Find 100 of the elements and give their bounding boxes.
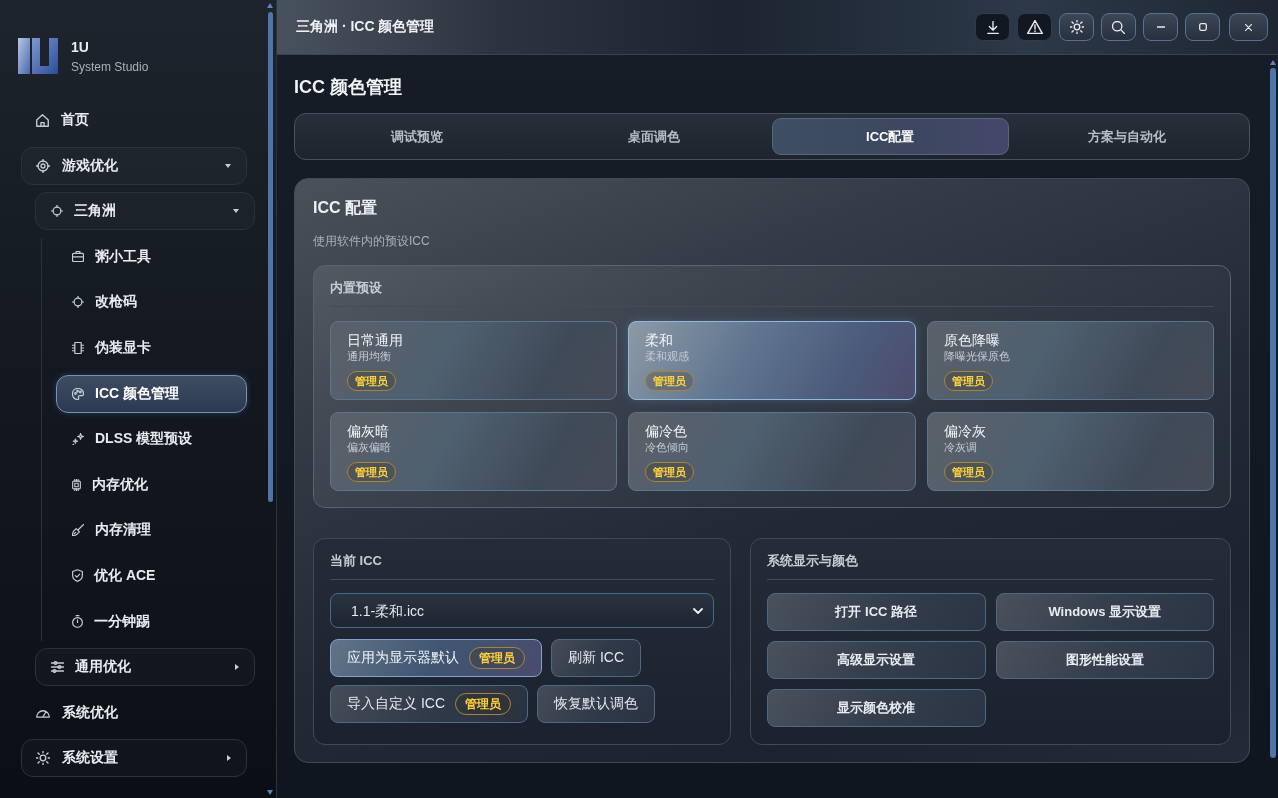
admin-badge: 管理员 <box>455 693 511 715</box>
crosshair-icon <box>51 205 63 218</box>
preset-card[interactable]: 原色降曝 降曝光保原色 管理员 <box>926 321 1214 400</box>
app-name: 1U <box>71 38 90 55</box>
nav-item[interactable]: 首页 <box>21 101 247 139</box>
preset-card[interactable]: 偏冷灰 冷灰调 管理员 <box>926 412 1214 491</box>
warning-button[interactable] <box>1017 13 1052 41</box>
admin-badge: 管理员 <box>645 371 695 391</box>
admin-badge: 管理员 <box>469 647 525 669</box>
preset-name: 偏灰暗 <box>347 422 389 440</box>
preset-card[interactable]: 偏灰暗 偏灰偏暗 管理员 <box>330 412 618 491</box>
action-button[interactable]: 高级显示设置 <box>767 641 986 679</box>
nav-item[interactable]: 游戏优化 <box>21 146 247 185</box>
minimize-button[interactable] <box>1143 13 1178 41</box>
tab[interactable]: ICC配置 <box>772 118 1009 155</box>
page-title: ICC 颜色管理 <box>294 76 403 98</box>
preset-name: 柔和 <box>645 331 674 349</box>
home-icon <box>36 113 49 127</box>
logo-icon <box>18 38 58 74</box>
memory-chip-icon <box>72 478 81 491</box>
admin-badge: 管理员 <box>347 371 396 391</box>
gauge-icon <box>36 707 50 719</box>
panel-title: 内置预设 <box>330 280 382 295</box>
shield-check-icon <box>72 569 83 583</box>
scroll-down-icon[interactable] <box>267 790 273 795</box>
nav-item[interactable]: 改枪码 <box>56 283 247 322</box>
preset-card[interactable]: 偏冷色 冷色倾向 管理员 <box>628 412 916 491</box>
sparkle-icon <box>72 433 84 446</box>
nav-item[interactable]: 一分钟踢 <box>56 602 247 641</box>
maximize-icon <box>1198 23 1207 31</box>
nav-item[interactable]: 三角洲 <box>35 192 255 231</box>
download-icon <box>986 20 999 34</box>
preset-description: 冷灰调 <box>943 441 977 454</box>
action-button[interactable]: 应用为显示器默认 管理员 <box>330 639 542 677</box>
app-tagline: System Studio <box>71 59 149 74</box>
action-button[interactable]: Windows 显示设置 <box>995 593 1214 631</box>
maximize-button[interactable] <box>1185 13 1220 41</box>
preset-description: 降曝光保原色 <box>943 350 1010 363</box>
sun-icon <box>1069 20 1084 34</box>
preset-name: 偏冷灰 <box>943 422 986 440</box>
action-button[interactable]: 显示颜色校准 <box>767 689 986 727</box>
palette-icon <box>72 387 84 400</box>
nav-item[interactable]: 优化 ACE <box>56 556 247 595</box>
preset-name: 偏冷色 <box>645 422 688 440</box>
close-button[interactable] <box>1229 13 1268 41</box>
theme-button[interactable] <box>1059 13 1094 41</box>
preset-description: 通用均衡 <box>347 350 391 363</box>
scrollbar-thumb[interactable] <box>1270 68 1276 758</box>
preset-card[interactable]: 柔和 柔和观感 管理员 <box>628 321 916 400</box>
preset-description: 柔和观感 <box>645 350 690 363</box>
sliders-icon <box>51 661 64 674</box>
action-button[interactable]: 导入自定义 ICC 管理员 <box>330 685 528 723</box>
crosshair-icon <box>72 296 84 309</box>
preset-description: 冷色倾向 <box>645 441 690 454</box>
warning-icon <box>1026 20 1043 34</box>
admin-badge: 管理员 <box>347 462 396 482</box>
action-button[interactable]: 打开 ICC 路径 <box>767 593 986 631</box>
panel-title: 当前 ICC <box>330 553 382 568</box>
icc-select[interactable]: 1.1-柔和.icc <box>330 593 714 628</box>
minimize-icon <box>1156 26 1165 28</box>
preset-name: 日常通用 <box>347 331 403 349</box>
preset-name: 原色降曝 <box>943 331 1000 349</box>
stopwatch-icon <box>72 615 83 629</box>
card-description: 使用软件内的预设ICC <box>313 234 431 248</box>
nav-item[interactable]: 伪装显卡 <box>56 328 247 367</box>
window-title: 三角洲 · ICC 颜色管理 <box>296 18 435 36</box>
brush-icon <box>72 524 84 537</box>
close-icon <box>1245 23 1252 31</box>
toolbox-icon <box>72 251 84 263</box>
nav-item[interactable]: 系统设置 <box>21 739 247 778</box>
admin-badge: 管理员 <box>645 462 695 482</box>
panel-title: 系统显示与颜色 <box>767 553 858 568</box>
preset-description: 偏灰偏暗 <box>347 441 391 454</box>
search-button[interactable] <box>1101 13 1136 41</box>
tab[interactable]: 方案与自动化 <box>1008 118 1245 155</box>
nav-item[interactable]: 粥小工具 <box>56 237 247 276</box>
sun-icon <box>36 751 50 766</box>
tab[interactable]: 调试预览 <box>299 118 536 155</box>
preset-card[interactable]: 日常通用 通用均衡 管理员 <box>330 321 618 400</box>
chip-icon <box>72 341 84 354</box>
download-button[interactable] <box>975 13 1010 41</box>
scroll-up-icon[interactable] <box>267 3 273 8</box>
card-title: ICC 配置 <box>313 198 378 218</box>
nav-item[interactable]: 系统优化 <box>21 693 247 732</box>
chevron-down-icon <box>693 608 703 614</box>
nav-item[interactable]: DLSS 模型预设 <box>56 420 247 459</box>
nav-item[interactable]: ICC 颜色管理 <box>56 374 247 413</box>
action-button[interactable]: 刷新 ICC <box>551 639 641 677</box>
tab[interactable]: 桌面调色 <box>535 118 772 155</box>
admin-badge: 管理员 <box>943 462 993 482</box>
scrollbar-thumb[interactable] <box>268 12 273 502</box>
nav-item[interactable]: 通用优化 <box>35 648 255 687</box>
admin-badge: 管理员 <box>943 371 993 391</box>
nav-item[interactable]: 内存清理 <box>56 511 247 550</box>
nav-item[interactable]: 内存优化 <box>56 465 247 504</box>
target-icon <box>36 158 50 173</box>
search-icon <box>1112 20 1125 34</box>
scroll-up-icon[interactable] <box>1270 60 1276 65</box>
action-button[interactable]: 恢复默认调色 <box>537 685 655 723</box>
action-button[interactable]: 图形性能设置 <box>995 641 1214 679</box>
